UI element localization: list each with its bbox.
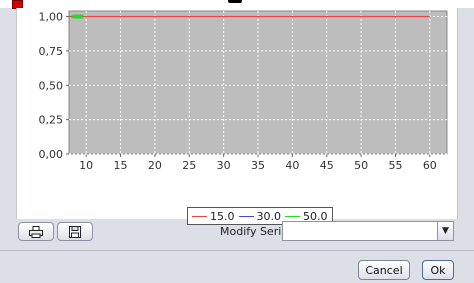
modify-serie-select[interactable]: ▼ — [282, 221, 454, 241]
y-tick-label-4: 1,00 — [39, 11, 64, 24]
y-tick-label-1: 0,25 — [39, 114, 64, 127]
legend-label-0: 15.0 — [210, 209, 235, 223]
separator — [0, 250, 474, 251]
x-tick-label-5: 35 — [251, 159, 265, 172]
print-button[interactable] — [18, 222, 54, 241]
ok-button[interactable]: Ok — [422, 260, 454, 280]
dropdown-arrow-button[interactable]: ▼ — [437, 222, 453, 240]
modify-serie-label: Modify Serie — [220, 225, 289, 238]
legend-item-1: 30.0 — [238, 209, 282, 223]
x-tick-label-8: 50 — [354, 159, 368, 172]
printer-icon — [29, 225, 43, 238]
save-button[interactable] — [57, 222, 93, 241]
y-tick-label-0: 0,00 — [39, 148, 64, 161]
title-fragment — [228, 0, 242, 3]
x-tick-label-6: 40 — [285, 159, 299, 172]
x-tick-label-4: 30 — [217, 159, 231, 172]
x-tick-label-9: 55 — [388, 159, 402, 172]
legend-swatch-1 — [238, 215, 254, 217]
line-chart: 10 15 20 25 30 35 40 45 50 55 60 0,00 0,25 0,50 0,75 1,… — [39, 10, 448, 172]
chevron-down-icon: ▼ — [442, 226, 449, 236]
chart-panel: 10 15 20 25 30 35 40 45 50 55 60 0,00 0,25 0,50 0,75 1,… — [16, 8, 458, 225]
legend-label-1: 30.0 — [256, 209, 282, 223]
legend-item-0: 15.0 — [192, 210, 235, 223]
legend-swatch-2 — [285, 215, 300, 217]
x-tick-label-2: 20 — [148, 159, 162, 172]
legend-swatch-0 — [192, 215, 207, 217]
x-tick-label-7: 45 — [320, 159, 334, 172]
floppy-disk-icon — [69, 225, 81, 238]
x-tick-label-1: 15 — [114, 159, 128, 172]
x-tick-label-10: 60 — [423, 159, 437, 172]
x-tick-label-0: 10 — [79, 159, 93, 172]
y-tick-label-3: 0,75 — [39, 45, 64, 58]
y-tick-label-2: 0,50 — [39, 79, 64, 92]
x-tick-label-3: 25 — [182, 159, 196, 172]
cancel-button[interactable]: Cancel — [358, 260, 410, 280]
